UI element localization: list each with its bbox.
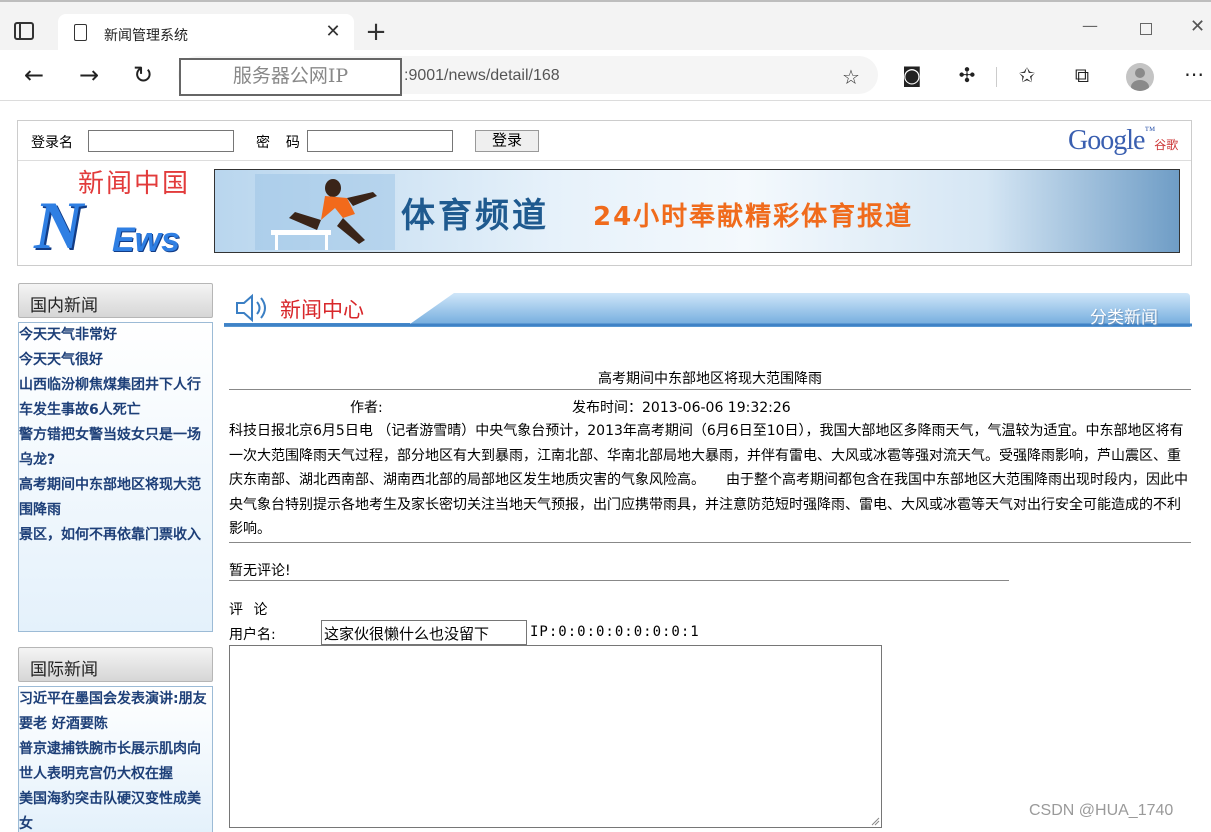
tab-actions-icon[interactable] xyxy=(14,22,34,40)
domestic-news-title: 国内新闻 xyxy=(30,296,98,316)
divider xyxy=(229,542,1191,543)
address-text[interactable]: :9001/news/detail/168 xyxy=(404,67,560,85)
page-icon xyxy=(74,24,87,41)
profile-icon[interactable] xyxy=(1126,63,1154,91)
password-label: 密 码 xyxy=(256,134,306,150)
ip-text: IP:0:0:0:0:0:0:0:1 xyxy=(530,624,700,640)
google-wordmark: Google xyxy=(1068,125,1145,156)
logo-chinese-text: 新闻中国 xyxy=(78,169,191,199)
login-row: 登录名 密 码 登录 Google™谷歌 xyxy=(18,121,1191,161)
divider xyxy=(229,580,1009,581)
new-tab-icon[interactable]: + xyxy=(364,19,388,45)
minimize-icon[interactable]: — xyxy=(1082,16,1098,35)
domestic-news-box: 国内新闻 今天天气非常好 今天天气很好 山西临汾柳焦煤集团井下人行车发生事故6人… xyxy=(18,283,213,632)
masked-ip-overlay: 服务器公网IP xyxy=(179,58,402,96)
immersive-reader-icon[interactable]: ◙ xyxy=(899,63,925,87)
username-input[interactable]: 这家伙很懒什么也没留下 xyxy=(321,620,527,645)
comment-label: 评 论 xyxy=(229,602,271,618)
news-link[interactable]: 景区，如何不再依靠门票收入 xyxy=(19,523,214,548)
csdn-watermark: CSDN @HUA_1740 xyxy=(1029,802,1174,819)
article-body: 科技日报北京6月5日电 （记者游雪晴）中央气象台预计，2013年高考期间（6月6… xyxy=(229,423,1188,537)
news-center-title: 新闻中心 xyxy=(280,298,364,322)
news-center-header: 新闻中心 分类新闻 xyxy=(224,291,1192,328)
favorite-add-icon[interactable]: ☆ xyxy=(842,65,860,89)
news-link[interactable]: 习近平在墨国会发表演讲:朋友要老 好酒要陈 xyxy=(19,687,214,737)
article-author: 作者: xyxy=(350,400,383,416)
header-bar-graphic xyxy=(224,293,1192,327)
news-link[interactable]: 今天天气非常好 xyxy=(19,323,214,348)
password-input[interactable] xyxy=(307,130,453,152)
address-toolbar: ← → ↻ 服务器公网IP :9001/news/detail/168 ☆ ◙ … xyxy=(0,50,1211,101)
forward-icon[interactable]: → xyxy=(74,60,104,90)
news-link[interactable]: 高考期间中东部地区将现大范围降雨 xyxy=(19,473,214,523)
speaker-icon xyxy=(236,293,266,323)
collections-icon[interactable]: ⧉ xyxy=(1069,63,1095,87)
domestic-news-header: 国内新闻 xyxy=(18,283,213,318)
extensions-icon[interactable]: ✣ xyxy=(954,63,980,87)
sports-banner: 体育频道 24小时奉献精彩体育报道 xyxy=(214,169,1180,253)
banner-slogan: 24小时奉献精彩体育报道 xyxy=(593,202,914,232)
domestic-news-list: 今天天气非常好 今天天气很好 山西临汾柳焦煤集团井下人行车发生事故6人死亡 警方… xyxy=(18,322,213,632)
news-link[interactable]: 美国海豹突击队硬汉变性成美女 xyxy=(19,787,214,832)
web-page: 登录名 密 码 登录 Google™谷歌 新闻中国 N Ews 体育频道 24小… xyxy=(0,101,1211,832)
toolbar-separator xyxy=(996,67,997,87)
article-publish-time: 发布时间：2013-06-06 19:32:26 xyxy=(572,400,791,416)
close-tab-icon[interactable]: ✕ xyxy=(322,21,344,42)
banner-title: 体育频道 xyxy=(401,196,549,236)
news-link[interactable]: 普京逮捕铁腕市长展示肌肉向世人表明克宫仍大权在握 xyxy=(19,737,214,787)
google-trademark: ™ xyxy=(1144,125,1155,137)
username-label: 用户名: xyxy=(229,627,276,643)
browser-tab[interactable]: 新闻管理系统 ✕ xyxy=(58,14,354,54)
login-button[interactable]: 登录 xyxy=(475,130,539,152)
site-logo: 新闻中国 N Ews xyxy=(34,163,206,261)
reload-icon[interactable]: ↻ xyxy=(128,60,158,90)
more-icon[interactable]: ⋯ xyxy=(1184,62,1204,86)
logo-letters-ews: Ews xyxy=(112,221,181,259)
international-news-title: 国际新闻 xyxy=(30,660,98,680)
international-news-header: 国际新闻 xyxy=(18,647,213,682)
international-news-list: 习近平在墨国会发表演讲:朋友要老 好酒要陈 普京逮捕铁腕市长展示肌肉向世人表明克… xyxy=(18,686,213,832)
login-name-label: 登录名 xyxy=(31,134,73,150)
hurdler-image xyxy=(255,174,395,250)
news-link[interactable]: 警方错把女警当妓女只是一场乌龙? xyxy=(19,423,214,473)
article-title: 高考期间中东部地区将现大范围降雨 xyxy=(598,371,822,387)
logo-letter-n: N xyxy=(34,187,84,263)
comment-textarea[interactable] xyxy=(229,645,882,828)
favorites-icon[interactable]: ✩ xyxy=(1014,63,1040,87)
login-name-input[interactable] xyxy=(88,130,234,152)
google-logo[interactable]: Google™谷歌 xyxy=(1068,125,1178,157)
news-link[interactable]: 山西临汾柳焦煤集团井下人行车发生事故6人死亡 xyxy=(19,373,214,423)
site-header: 登录名 密 码 登录 Google™谷歌 新闻中国 N Ews 体育频道 24小… xyxy=(17,120,1192,266)
international-news-box: 国际新闻 习近平在墨国会发表演讲:朋友要老 好酒要陈 普京逮捕铁腕市长展示肌肉向… xyxy=(18,647,213,832)
resize-grip-icon[interactable] xyxy=(870,816,880,826)
google-chinese: 谷歌 xyxy=(1154,138,1179,152)
maximize-icon[interactable] xyxy=(1140,23,1152,35)
no-comment-text: 暂无评论! xyxy=(229,563,291,579)
tab-title: 新闻管理系统 xyxy=(104,28,188,44)
back-icon[interactable]: ← xyxy=(19,60,49,90)
divider xyxy=(229,389,1191,390)
browser-tab-strip: 新闻管理系统 ✕ + — ✕ xyxy=(0,0,1211,54)
category-news-label[interactable]: 分类新闻 xyxy=(1090,303,1158,328)
close-icon[interactable]: ✕ xyxy=(1190,16,1205,37)
news-link[interactable]: 今天天气很好 xyxy=(19,348,214,373)
